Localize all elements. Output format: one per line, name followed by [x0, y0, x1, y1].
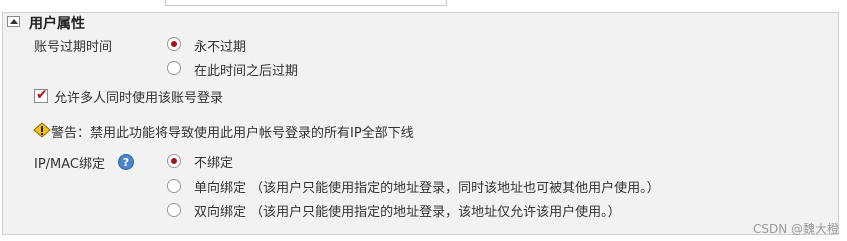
top-input-field[interactable] — [165, 0, 447, 6]
binding-twoway-radio[interactable] — [167, 203, 181, 217]
collapse-toggle-icon[interactable] — [7, 16, 20, 27]
expiry-after-label[interactable]: 在此时间之后过期 — [194, 60, 298, 79]
binding-oneway-radio[interactable] — [167, 179, 181, 193]
expiry-never-label[interactable]: 永不过期 — [194, 36, 246, 55]
warning-icon — [33, 122, 51, 138]
help-icon[interactable]: ? — [118, 154, 134, 170]
binding-twoway-label[interactable]: 双向绑定 （该用户只能使用指定的地址登录，该地址仅允许该用户使用。） — [194, 201, 621, 220]
multi-login-checkbox[interactable]: ✔ — [34, 87, 48, 103]
binding-label: IP/MAC绑定 — [34, 157, 106, 172]
binding-none-radio[interactable] — [167, 154, 181, 168]
user-attributes-panel: 用户属性 账号过期时间 永不过期 在此时间之后过期 ✔ 允许多人同时使用该账号登… — [2, 12, 839, 235]
binding-none-label[interactable]: 不绑定 — [194, 152, 233, 171]
expiry-never-radio[interactable] — [167, 37, 181, 51]
binding-oneway-label[interactable]: 单向绑定 （该用户只能使用指定的地址登录，同时该地址也可被其他用户使用。） — [194, 177, 660, 196]
multi-login-label[interactable]: 允许多人同时使用该账号登录 — [54, 87, 223, 106]
section-title: 用户属性 — [29, 16, 85, 32]
warning-text: 警告：禁用此功能将导致使用此用户帐号登录的所有IP全部下线 — [51, 126, 414, 141]
expiry-label: 账号过期时间 — [34, 40, 113, 55]
watermark: CSDN @魏大橙 — [752, 222, 839, 236]
expiry-after-radio[interactable] — [167, 61, 181, 75]
